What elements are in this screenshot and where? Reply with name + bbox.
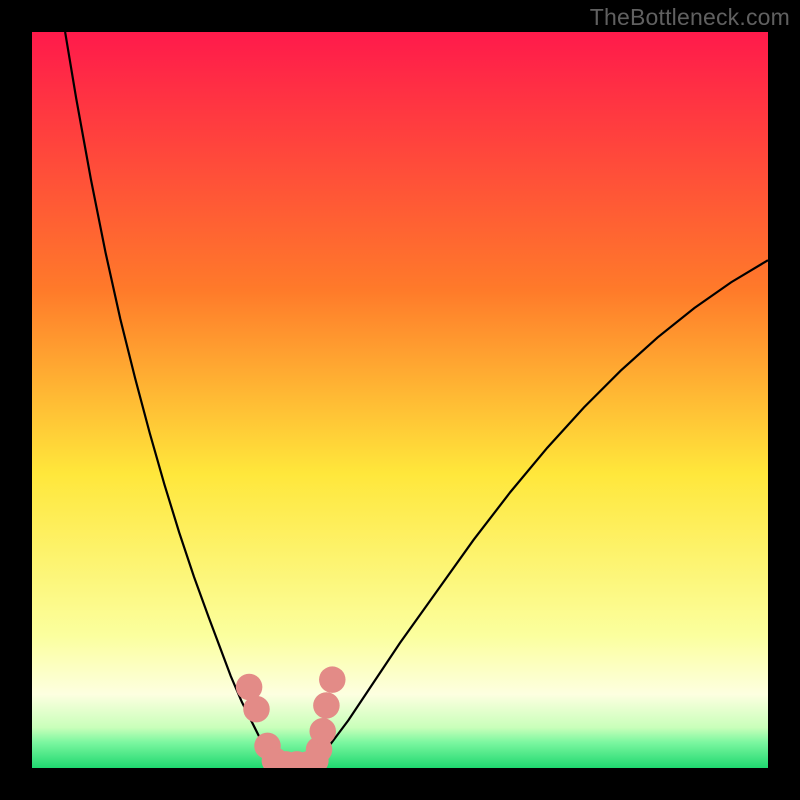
marker-dot bbox=[243, 696, 269, 723]
plot-svg bbox=[32, 32, 768, 768]
watermark-text: TheBottleneck.com bbox=[590, 4, 790, 31]
marker-dot bbox=[319, 666, 346, 693]
gradient-background bbox=[32, 32, 768, 768]
plot-area bbox=[32, 32, 768, 768]
marker-dot bbox=[309, 718, 336, 745]
chart-frame: TheBottleneck.com bbox=[0, 0, 800, 800]
marker-dot bbox=[313, 692, 340, 719]
